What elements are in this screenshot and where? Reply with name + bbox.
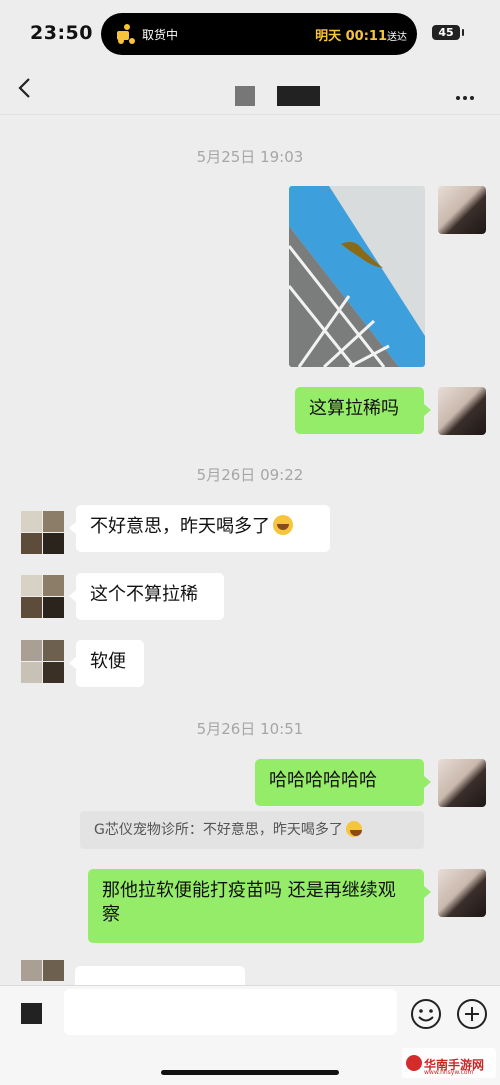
delivery-status: 取货中 (142, 28, 179, 42)
bubble-tail (424, 404, 431, 416)
chat-title-redacted-2 (277, 86, 320, 106)
delivery-rider-icon (117, 24, 135, 44)
message-bubble-outgoing[interactable]: 哈哈哈哈哈哈 (255, 759, 424, 806)
status-bar: 23:50 取货中 明天 00:11送达 45 (0, 0, 500, 66)
status-time: 23:50 (30, 22, 93, 44)
timestamp: 5月26日 09:22 (196, 466, 304, 484)
facepalm-emoji-icon (345, 821, 362, 837)
contact-avatar[interactable] (21, 575, 64, 618)
bubble-tail (69, 657, 76, 669)
quoted-message[interactable]: G芯仪宠物诊所：不好意思，昨天喝多了 (80, 811, 424, 849)
voice-input-icon[interactable] (21, 1003, 42, 1024)
plus-icon[interactable] (456, 998, 488, 1030)
message-bubble-incoming[interactable]: 不好意思，昨天喝多了 (76, 505, 330, 552)
bubble-tail (424, 776, 431, 788)
battery-tip (462, 29, 464, 36)
facepalm-emoji-icon (273, 515, 293, 535)
site-watermark: 华南手游网 www.hnsyw.com (402, 1048, 496, 1078)
message-bubble-outgoing[interactable]: 这算拉稀吗 (295, 387, 424, 434)
contact-avatar[interactable] (21, 960, 64, 985)
chat-title-redacted-1 (235, 86, 255, 106)
bubble-tail (69, 522, 76, 534)
my-avatar[interactable] (438, 759, 486, 807)
message-input[interactable] (64, 989, 397, 1035)
my-avatar[interactable] (438, 186, 486, 234)
contact-avatar[interactable] (21, 511, 64, 554)
more-options-icon[interactable] (456, 85, 480, 100)
my-avatar[interactable] (438, 387, 486, 435)
battery-indicator: 45 (432, 25, 460, 40)
timestamp: 5月25日 19:03 (196, 148, 304, 166)
bubble-tail (424, 886, 431, 898)
dynamic-island[interactable]: 取货中 明天 00:11送达 (101, 13, 417, 55)
message-bubble-outgoing[interactable]: 那他拉软便能打疫苗吗 还是再继续观察 (88, 869, 424, 943)
bubble-tail (69, 590, 76, 602)
contact-avatar[interactable] (21, 640, 64, 683)
watermark-url: www.hnsyw.com (424, 1069, 474, 1076)
photo-message[interactable] (289, 186, 425, 367)
message-bubble-incoming[interactable]: 这个不算拉稀 (76, 573, 224, 620)
chat-header (0, 66, 500, 115)
photo-content (289, 186, 425, 367)
my-avatar[interactable] (438, 869, 486, 917)
home-indicator (161, 1070, 339, 1075)
message-bubble-incoming[interactable]: 软便 (76, 640, 144, 687)
timestamp: 5月26日 10:51 (196, 720, 304, 738)
emoji-icon[interactable] (410, 998, 442, 1030)
delivery-eta: 明天 00:11送达 (315, 29, 407, 44)
watermark-logo-icon (406, 1055, 422, 1071)
message-bubble-incoming-partial[interactable] (75, 966, 245, 986)
back-arrow-icon[interactable] (16, 76, 36, 100)
